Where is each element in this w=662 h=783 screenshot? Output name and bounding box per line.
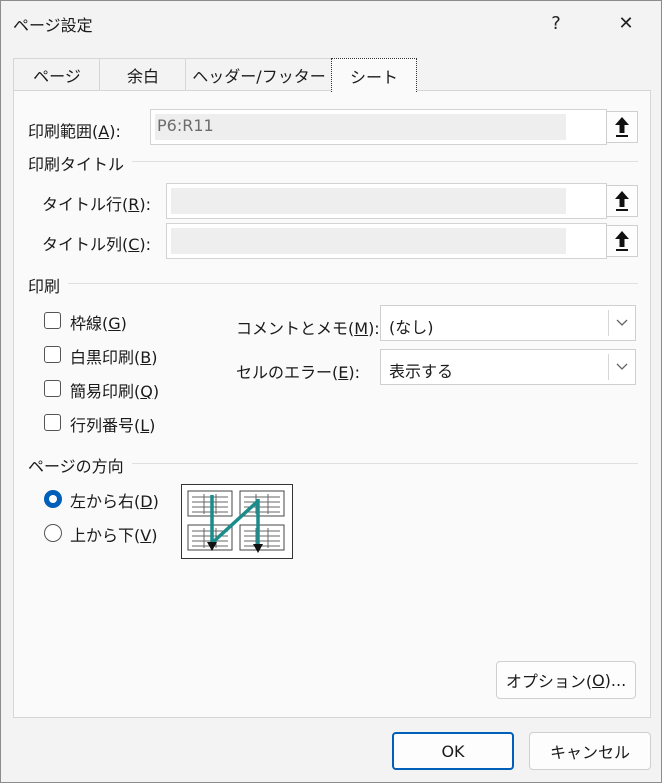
ok-button[interactable]: OK [392,732,514,770]
black-and-white-checkbox[interactable] [44,346,61,363]
draft-quality-checkbox[interactable] [44,380,61,397]
gridlines-label: 枠線(G) [70,314,127,333]
window-title: ページ設定 [13,16,93,35]
divider [68,283,638,284]
divider [132,161,638,162]
cell-errors-dropdown[interactable]: 表示する [380,349,636,385]
gridlines-checkbox[interactable] [44,312,61,329]
divider [132,463,638,464]
top-to-bottom-label: 上から下(V) [70,526,158,545]
print-area-collapse-button[interactable] [606,111,638,143]
tab-sheet[interactable]: シート [331,58,417,92]
arrow-up-icon [615,231,629,251]
tab-margins[interactable]: 余白 [99,58,187,91]
left-to-right-label: 左から右(D) [70,492,159,511]
title-columns-field[interactable] [166,223,607,259]
sheet-panel: 印刷範囲(A): P6:R11 印刷タイトル タイトル行(R): タイトル列(C… [13,90,651,718]
title-rows-collapse-button[interactable] [606,185,638,217]
close-icon: ✕ [618,12,634,34]
cell-errors-value: 表示する [389,362,454,381]
close-button[interactable]: ✕ [603,1,649,45]
print-area-field[interactable]: P6:R11 [150,109,607,145]
tab-header-footer[interactable]: ヘッダー/フッター [185,58,333,91]
tab-page[interactable]: ページ [13,58,101,91]
cancel-button[interactable]: キャンセル [529,732,651,770]
print-area-label: 印刷範囲(A): [28,122,121,141]
title-rows-field[interactable] [166,183,607,219]
help-icon: ? [551,12,561,34]
row-col-headings-checkbox[interactable] [44,414,61,431]
top-to-bottom-radio[interactable] [44,524,62,542]
page-setup-dialog: ページ設定 ? ✕ ページ 余白 ヘッダー/フッター シート 印刷範囲(A): … [0,0,662,783]
comments-label: コメントとメモ(M): [236,319,380,338]
arrow-up-icon [615,191,629,211]
title-bar: ページ設定 ? ✕ [1,1,661,45]
black-and-white-label: 白黒印刷(B) [70,348,158,367]
print-area-value: P6:R11 [157,116,214,135]
left-to-right-radio[interactable] [44,490,62,508]
cell-errors-label: セルのエラー(E): [236,363,360,382]
print-titles-heading: 印刷タイトル [28,155,125,174]
title-columns-collapse-button[interactable] [606,225,638,257]
page-order-preview [181,484,293,559]
print-heading: 印刷 [28,277,61,296]
row-col-headings-label: 行列番号(L) [70,416,156,435]
comments-value: (なし) [389,318,434,337]
draft-quality-label: 簡易印刷(Q) [70,382,160,401]
page-order-diagram [187,490,285,553]
comments-dropdown[interactable]: (なし) [380,305,636,341]
title-columns-label: タイトル列(C): [42,235,152,254]
arrow-up-icon [615,117,629,137]
options-button[interactable]: オプション(O)... [496,661,636,699]
title-rows-label: タイトル行(R): [42,195,152,214]
help-button[interactable]: ? [533,1,579,45]
chevron-down-icon [608,310,635,336]
page-order-heading: ページの方向 [28,457,124,476]
chevron-down-icon [608,354,635,380]
